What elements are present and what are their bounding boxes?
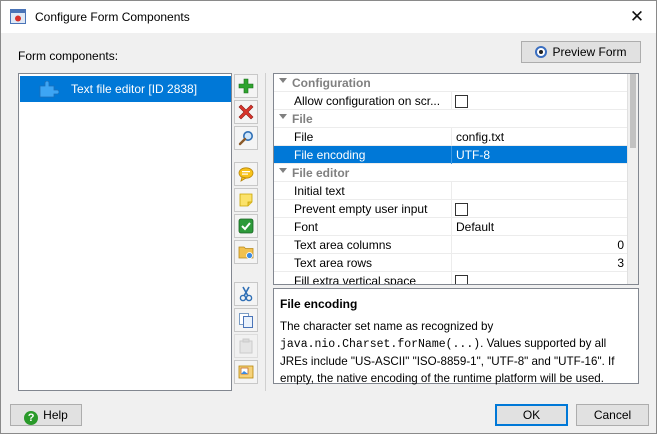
category-label: File editor bbox=[292, 166, 350, 180]
add-component-button[interactable] bbox=[234, 74, 258, 98]
scroll-thumb[interactable] bbox=[630, 74, 636, 148]
folder-button[interactable] bbox=[234, 240, 258, 264]
x-icon bbox=[238, 104, 254, 120]
picture-icon bbox=[238, 365, 254, 379]
checkmark-icon bbox=[238, 218, 254, 234]
copy-icon bbox=[239, 313, 253, 328]
list-item-label: Text file editor [ID 2838] bbox=[71, 82, 198, 96]
property-name: Text area columns bbox=[294, 238, 392, 252]
puzzle-icon bbox=[39, 81, 59, 98]
property-name: Font bbox=[294, 220, 319, 234]
column-divider bbox=[451, 128, 452, 146]
property-name: File encoding bbox=[294, 148, 366, 162]
description-code: java.nio.Charset.forName(...) bbox=[280, 338, 481, 351]
collapse-caret-icon bbox=[279, 168, 287, 173]
category-label: File bbox=[292, 112, 313, 126]
magnifier-icon bbox=[238, 131, 253, 146]
form-app-icon bbox=[10, 9, 26, 24]
collapse-caret-icon bbox=[279, 78, 287, 83]
column-divider bbox=[451, 146, 452, 164]
property-table[interactable]: Configuration Allow configuration on scr… bbox=[273, 73, 639, 285]
dialog-window: Configure Form Components ✕ Form compone… bbox=[0, 0, 657, 434]
column-divider bbox=[451, 272, 452, 284]
paste-button[interactable] bbox=[234, 334, 258, 358]
list-item-text-file-editor[interactable]: Text file editor [ID 2838] bbox=[20, 76, 231, 102]
property-row-fill-space[interactable]: Fill extra vertical space bbox=[274, 272, 628, 285]
eye-icon bbox=[535, 46, 548, 58]
fill-space-checkbox[interactable] bbox=[455, 275, 468, 284]
speech-bubble-icon bbox=[238, 167, 254, 182]
remove-component-button[interactable] bbox=[234, 100, 258, 124]
category-configuration[interactable]: Configuration bbox=[274, 74, 628, 92]
column-divider bbox=[451, 236, 452, 254]
folder-icon bbox=[238, 246, 254, 259]
note-icon bbox=[239, 193, 253, 207]
property-name: Allow configuration on scr... bbox=[294, 94, 441, 108]
property-row-text-area-rows[interactable]: Text area rows 3 bbox=[274, 254, 628, 272]
prevent-empty-checkbox[interactable] bbox=[455, 203, 468, 216]
help-label: Help bbox=[43, 408, 68, 422]
property-row-allow-configuration[interactable]: Allow configuration on scr... bbox=[274, 92, 628, 110]
close-icon[interactable]: ✕ bbox=[624, 4, 650, 30]
property-name: Prevent empty user input bbox=[294, 202, 428, 216]
plus-icon bbox=[238, 78, 254, 94]
cut-button[interactable] bbox=[234, 282, 258, 306]
scissors-icon bbox=[239, 286, 253, 302]
column-divider bbox=[451, 92, 452, 110]
description-text: The character set name as recognized by … bbox=[280, 318, 632, 387]
category-file-editor[interactable]: File editor bbox=[274, 164, 628, 182]
comment-button[interactable] bbox=[234, 162, 258, 186]
category-label: Configuration bbox=[292, 76, 371, 90]
preview-form-label: Preview Form bbox=[552, 45, 627, 59]
note-button[interactable] bbox=[234, 188, 258, 212]
panel-separator bbox=[265, 73, 266, 391]
image-button[interactable] bbox=[234, 360, 258, 384]
window-title: Configure Form Components bbox=[35, 10, 190, 24]
help-icon: ? bbox=[24, 411, 39, 425]
property-name: File bbox=[294, 130, 314, 144]
category-file[interactable]: File bbox=[274, 110, 628, 128]
property-row-file[interactable]: File config.txt bbox=[274, 128, 628, 146]
text-area-rows-value[interactable]: 3 bbox=[456, 256, 624, 270]
description-title: File encoding bbox=[280, 297, 358, 311]
property-row-font[interactable]: Font Default bbox=[274, 218, 628, 236]
column-divider bbox=[451, 218, 452, 236]
column-divider bbox=[451, 200, 452, 218]
property-name: Initial text bbox=[294, 184, 345, 198]
copy-button[interactable] bbox=[234, 308, 258, 332]
property-row-initial-text[interactable]: Initial text bbox=[274, 182, 628, 200]
property-scrollbar[interactable] bbox=[627, 74, 638, 284]
paste-icon bbox=[239, 338, 253, 354]
property-row-prevent-empty[interactable]: Prevent empty user input bbox=[274, 200, 628, 218]
search-component-button[interactable] bbox=[234, 126, 258, 150]
allow-configuration-checkbox[interactable] bbox=[455, 95, 468, 108]
form-components-list[interactable]: Text file editor [ID 2838] bbox=[18, 73, 232, 391]
property-name: Fill extra vertical space bbox=[294, 274, 417, 285]
form-components-label: Form components: bbox=[18, 49, 119, 63]
column-divider bbox=[451, 182, 452, 200]
cancel-button[interactable]: Cancel bbox=[576, 404, 649, 426]
property-name: Text area rows bbox=[294, 256, 373, 270]
help-button[interactable]: ? Help bbox=[10, 404, 82, 426]
description-panel: File encoding The character set name as … bbox=[273, 288, 639, 387]
preview-form-button[interactable]: Preview Form bbox=[521, 41, 641, 63]
property-row-text-area-columns[interactable]: Text area columns 0 bbox=[274, 236, 628, 254]
text-area-columns-value[interactable]: 0 bbox=[456, 238, 624, 252]
column-divider bbox=[451, 254, 452, 272]
collapse-caret-icon bbox=[279, 114, 287, 119]
ok-button[interactable]: OK bbox=[495, 404, 568, 426]
file-value[interactable]: config.txt bbox=[456, 130, 624, 144]
font-value[interactable]: Default bbox=[456, 220, 624, 234]
description-text-start: The character set name as recognized by bbox=[280, 320, 494, 333]
validate-button[interactable] bbox=[234, 214, 258, 238]
property-row-file-encoding[interactable]: File encoding UTF-8 bbox=[274, 146, 628, 164]
title-bar: Configure Form Components ✕ bbox=[1, 1, 656, 33]
file-encoding-value[interactable]: UTF-8 bbox=[456, 148, 624, 162]
